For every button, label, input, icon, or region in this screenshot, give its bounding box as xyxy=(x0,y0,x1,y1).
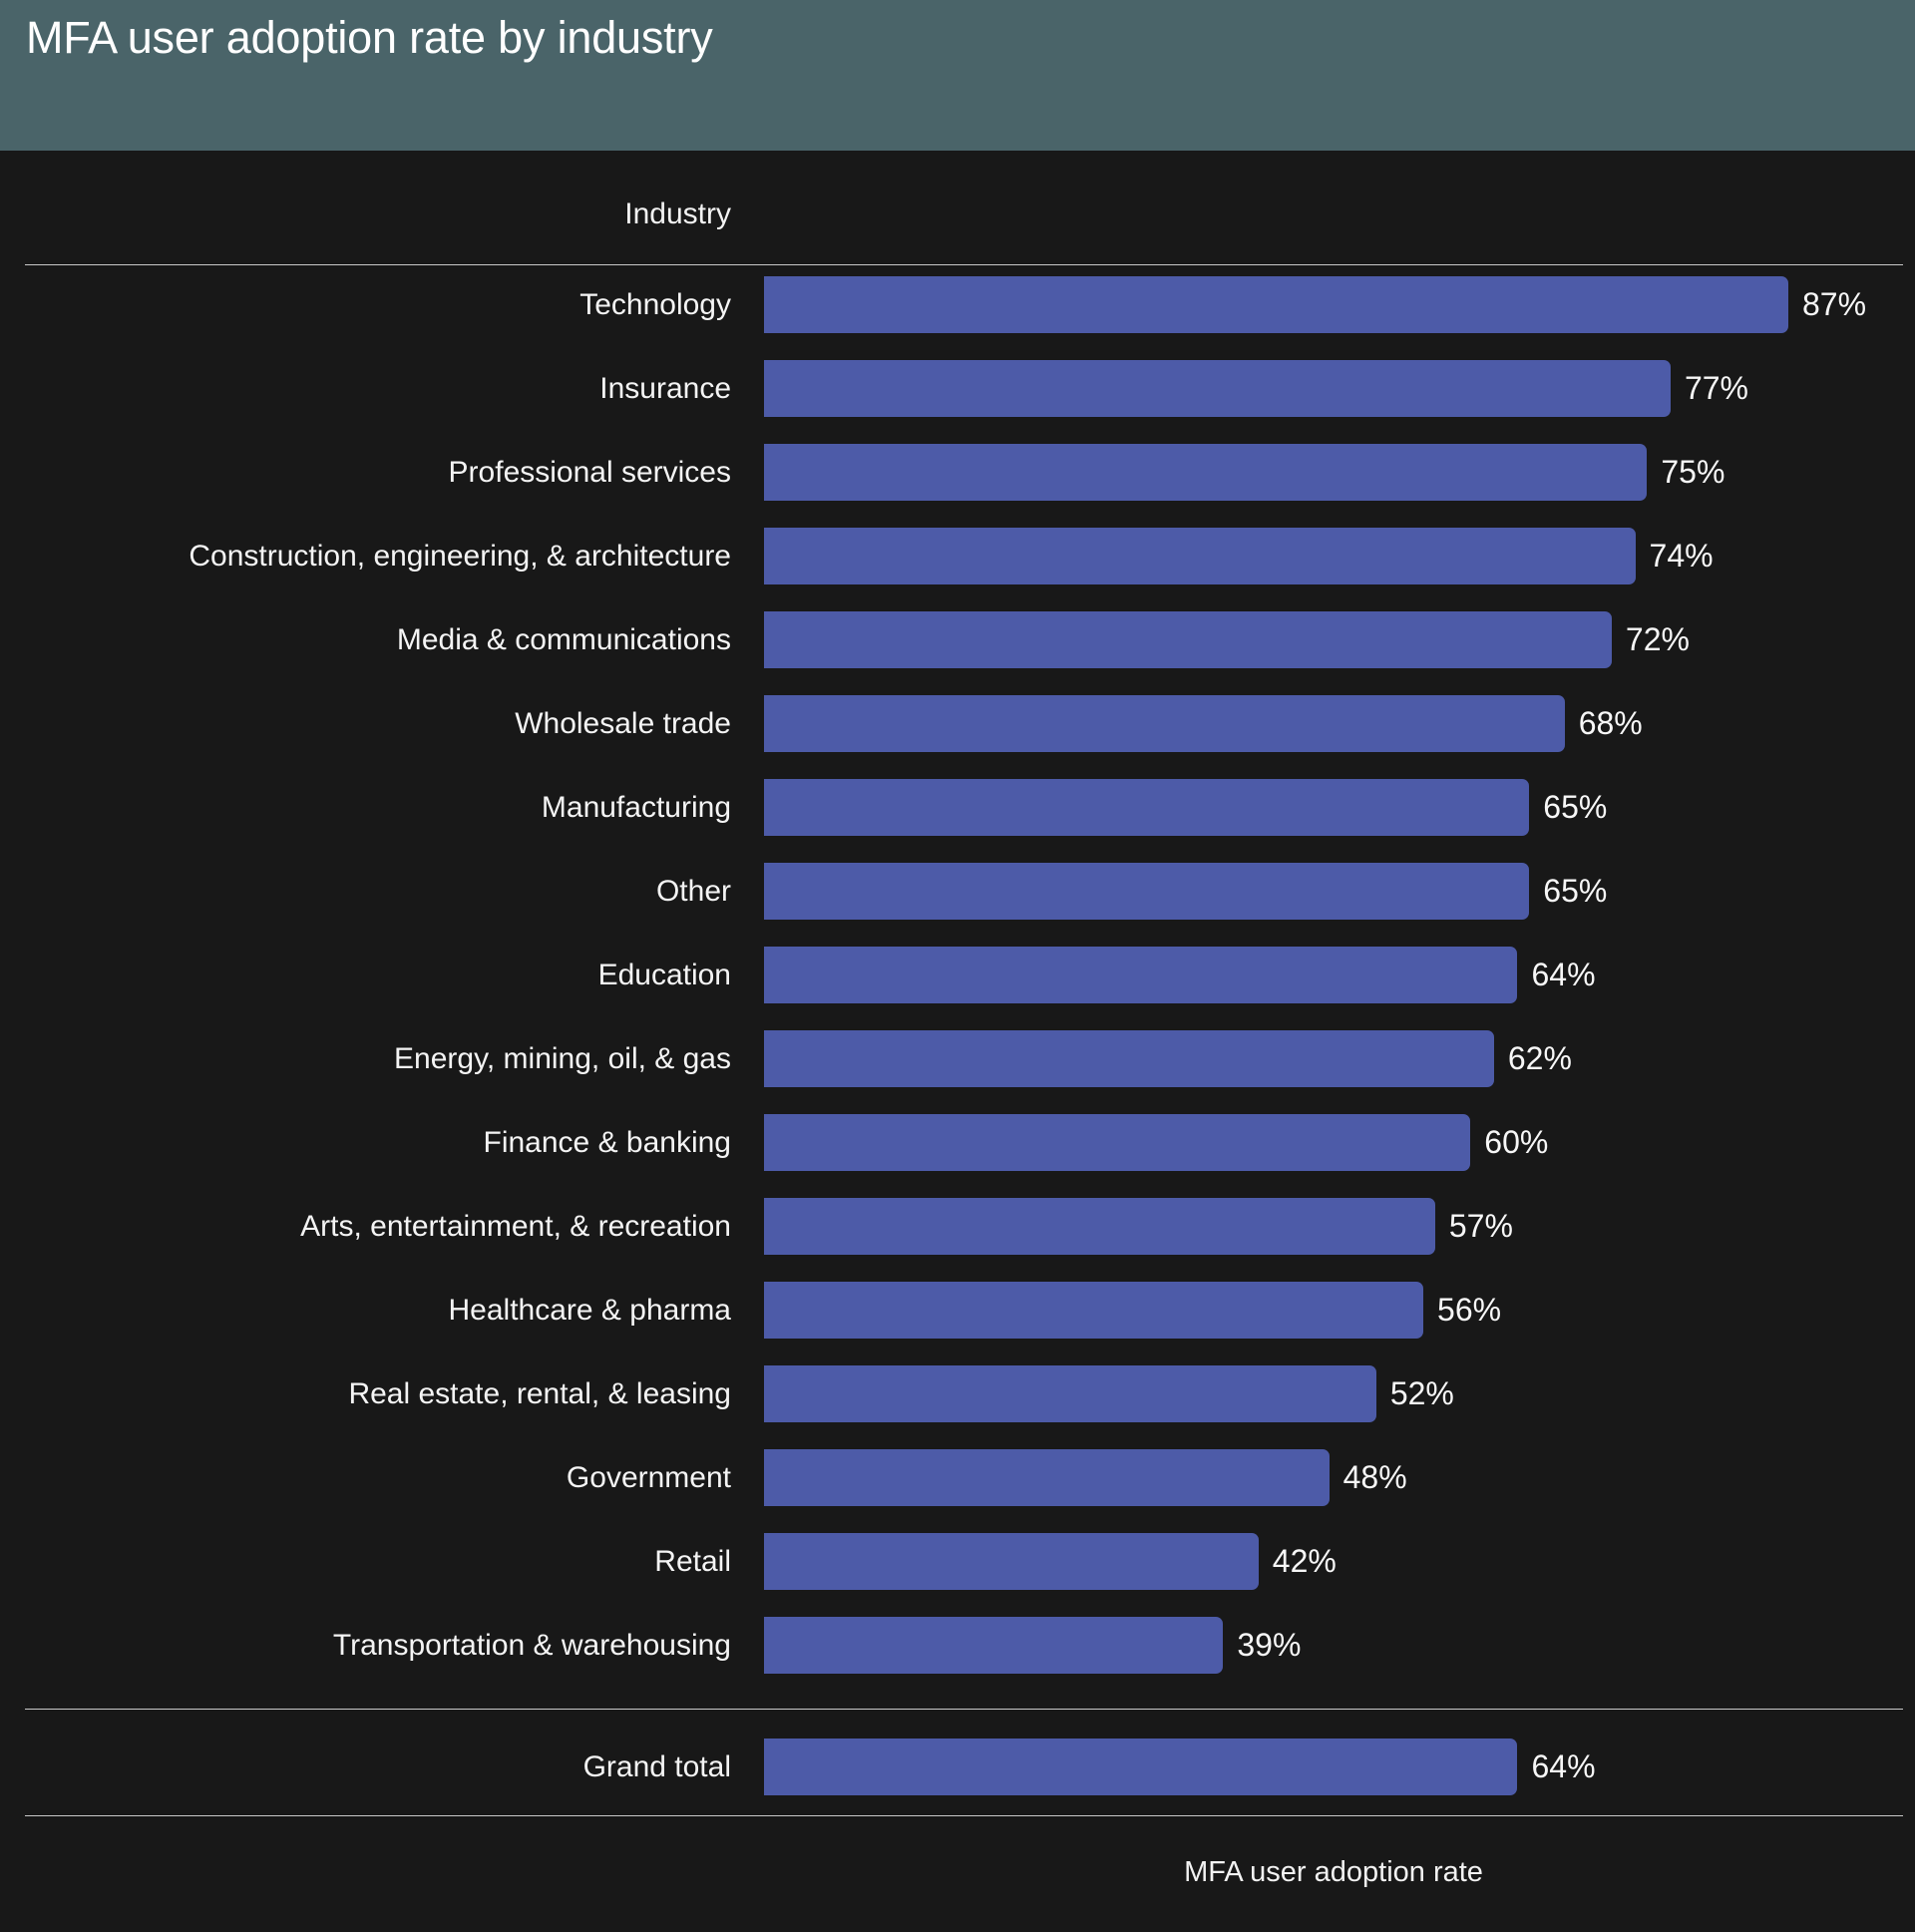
bar-track: 77% xyxy=(764,360,1903,417)
bar[interactable] xyxy=(764,1365,1376,1422)
bar[interactable] xyxy=(764,1449,1330,1506)
bar-row: Insurance 77% xyxy=(0,360,1915,444)
grand-total-row: Grand total 64% xyxy=(0,1739,1915,1822)
bar-value-label: 57% xyxy=(1448,1208,1513,1244)
bar-row: Other 65% xyxy=(0,863,1915,947)
category-label: Education xyxy=(597,959,731,991)
category-label: Real estate, rental, & leasing xyxy=(348,1377,731,1410)
category-label: Transportation & warehousing xyxy=(332,1629,731,1662)
bar-value-label: 77% xyxy=(1684,370,1748,406)
bar-row: Education 64% xyxy=(0,947,1915,1030)
category-label: Other xyxy=(655,875,731,908)
bar[interactable] xyxy=(764,611,1612,668)
bar[interactable] xyxy=(764,528,1636,584)
bar[interactable] xyxy=(764,1030,1494,1087)
grand-total-rule-top xyxy=(25,1709,1903,1710)
bar-track: 57% xyxy=(764,1198,1903,1255)
chart-canvas: MFA user adoption rate by industry Indus… xyxy=(0,0,1915,1932)
bar-track: 64% xyxy=(764,947,1903,1003)
bar-row: Retail 42% xyxy=(0,1533,1915,1617)
category-axis-header: Industry xyxy=(624,197,731,230)
bar-value-label: 52% xyxy=(1389,1375,1454,1411)
category-label: Media & communications xyxy=(396,623,731,656)
bar-value-label: 62% xyxy=(1507,1040,1572,1076)
bar-row: Finance & banking 60% xyxy=(0,1114,1915,1198)
bar-value-label: 72% xyxy=(1625,621,1690,657)
category-label: Professional services xyxy=(448,456,731,489)
bar-row: Technology 87% xyxy=(0,276,1915,360)
bar-value-label: 56% xyxy=(1437,1292,1502,1328)
bar-track: 42% xyxy=(764,1533,1903,1590)
bar-value-label: 64% xyxy=(1531,1748,1596,1784)
bar-value-label: 39% xyxy=(1237,1627,1302,1663)
category-label: Arts, entertainment, & recreation xyxy=(300,1210,731,1243)
bar-value-label: 65% xyxy=(1543,873,1608,909)
value-axis-title: MFA user adoption rate xyxy=(1184,1856,1483,1888)
category-label: Energy, mining, oil, & gas xyxy=(394,1042,731,1075)
header-rule xyxy=(25,264,1903,265)
bar-row: Grand total 64% xyxy=(0,1739,1915,1822)
category-label: Technology xyxy=(579,288,731,321)
bar-value-label: 48% xyxy=(1342,1459,1407,1495)
bar[interactable] xyxy=(764,1282,1424,1339)
bar[interactable] xyxy=(764,1617,1224,1674)
bar-value-label: 65% xyxy=(1543,789,1608,825)
bar[interactable] xyxy=(764,360,1671,417)
bar-track: 65% xyxy=(764,863,1903,920)
bar-track: 65% xyxy=(764,779,1903,836)
bar-value-label: 42% xyxy=(1272,1543,1337,1579)
bar[interactable] xyxy=(764,276,1788,333)
bar-track: 62% xyxy=(764,1030,1903,1087)
bar[interactable] xyxy=(764,695,1565,752)
page-title: MFA user adoption rate by industry xyxy=(26,12,713,63)
bar-track: 72% xyxy=(764,611,1903,668)
bar[interactable] xyxy=(764,947,1518,1003)
bar-track: 87% xyxy=(764,276,1903,333)
bar-value-label: 60% xyxy=(1484,1124,1549,1160)
bar-row: Real estate, rental, & leasing 52% xyxy=(0,1365,1915,1449)
bar-row: Wholesale trade 68% xyxy=(0,695,1915,779)
bar-track: 75% xyxy=(764,444,1903,501)
bar-row: Manufacturing 65% xyxy=(0,779,1915,863)
bar[interactable] xyxy=(764,779,1530,836)
bar-value-label: 68% xyxy=(1578,705,1643,741)
bar[interactable] xyxy=(764,863,1530,920)
bar-track: 60% xyxy=(764,1114,1903,1171)
bar[interactable] xyxy=(764,1198,1435,1255)
bar[interactable] xyxy=(764,444,1648,501)
bar-rows: Technology 87% Insurance 77% Professional se… xyxy=(0,276,1915,1701)
category-label: Manufacturing xyxy=(541,791,731,824)
category-label: Government xyxy=(566,1461,731,1494)
bar-track: 39% xyxy=(764,1617,1903,1674)
bar-track: 52% xyxy=(764,1365,1903,1422)
bar-value-label: 75% xyxy=(1661,454,1725,490)
bar-value-label: 87% xyxy=(1802,286,1867,322)
bar-row: Media & communications 72% xyxy=(0,611,1915,695)
category-label: Retail xyxy=(654,1545,731,1578)
bar[interactable] xyxy=(764,1533,1259,1590)
bar-track: 74% xyxy=(764,528,1903,584)
bar-row: Transportation & warehousing 39% xyxy=(0,1617,1915,1701)
title-band: MFA user adoption rate by industry xyxy=(0,0,1915,151)
category-label: Finance & banking xyxy=(483,1126,732,1159)
bar-track: 68% xyxy=(764,695,1903,752)
bar-row: Government 48% xyxy=(0,1449,1915,1533)
bar-row: Healthcare & pharma 56% xyxy=(0,1282,1915,1365)
category-label: Grand total xyxy=(582,1750,731,1783)
bar-row: Arts, entertainment, & recreation 57% xyxy=(0,1198,1915,1282)
bar-row: Professional services 75% xyxy=(0,444,1915,528)
bar-row: Construction, engineering, & architectur… xyxy=(0,528,1915,611)
bar-track: 64% xyxy=(764,1739,1903,1795)
bar-value-label: 64% xyxy=(1531,957,1596,992)
bar-track: 48% xyxy=(764,1449,1903,1506)
bar-track: 56% xyxy=(764,1282,1903,1339)
category-label: Insurance xyxy=(599,372,731,405)
bar[interactable] xyxy=(764,1739,1518,1795)
bar-row: Energy, mining, oil, & gas 62% xyxy=(0,1030,1915,1114)
category-label: Wholesale trade xyxy=(515,707,731,740)
bar[interactable] xyxy=(764,1114,1471,1171)
category-label: Construction, engineering, & architectur… xyxy=(189,540,731,573)
category-label: Healthcare & pharma xyxy=(448,1294,731,1327)
bar-value-label: 74% xyxy=(1649,538,1714,574)
